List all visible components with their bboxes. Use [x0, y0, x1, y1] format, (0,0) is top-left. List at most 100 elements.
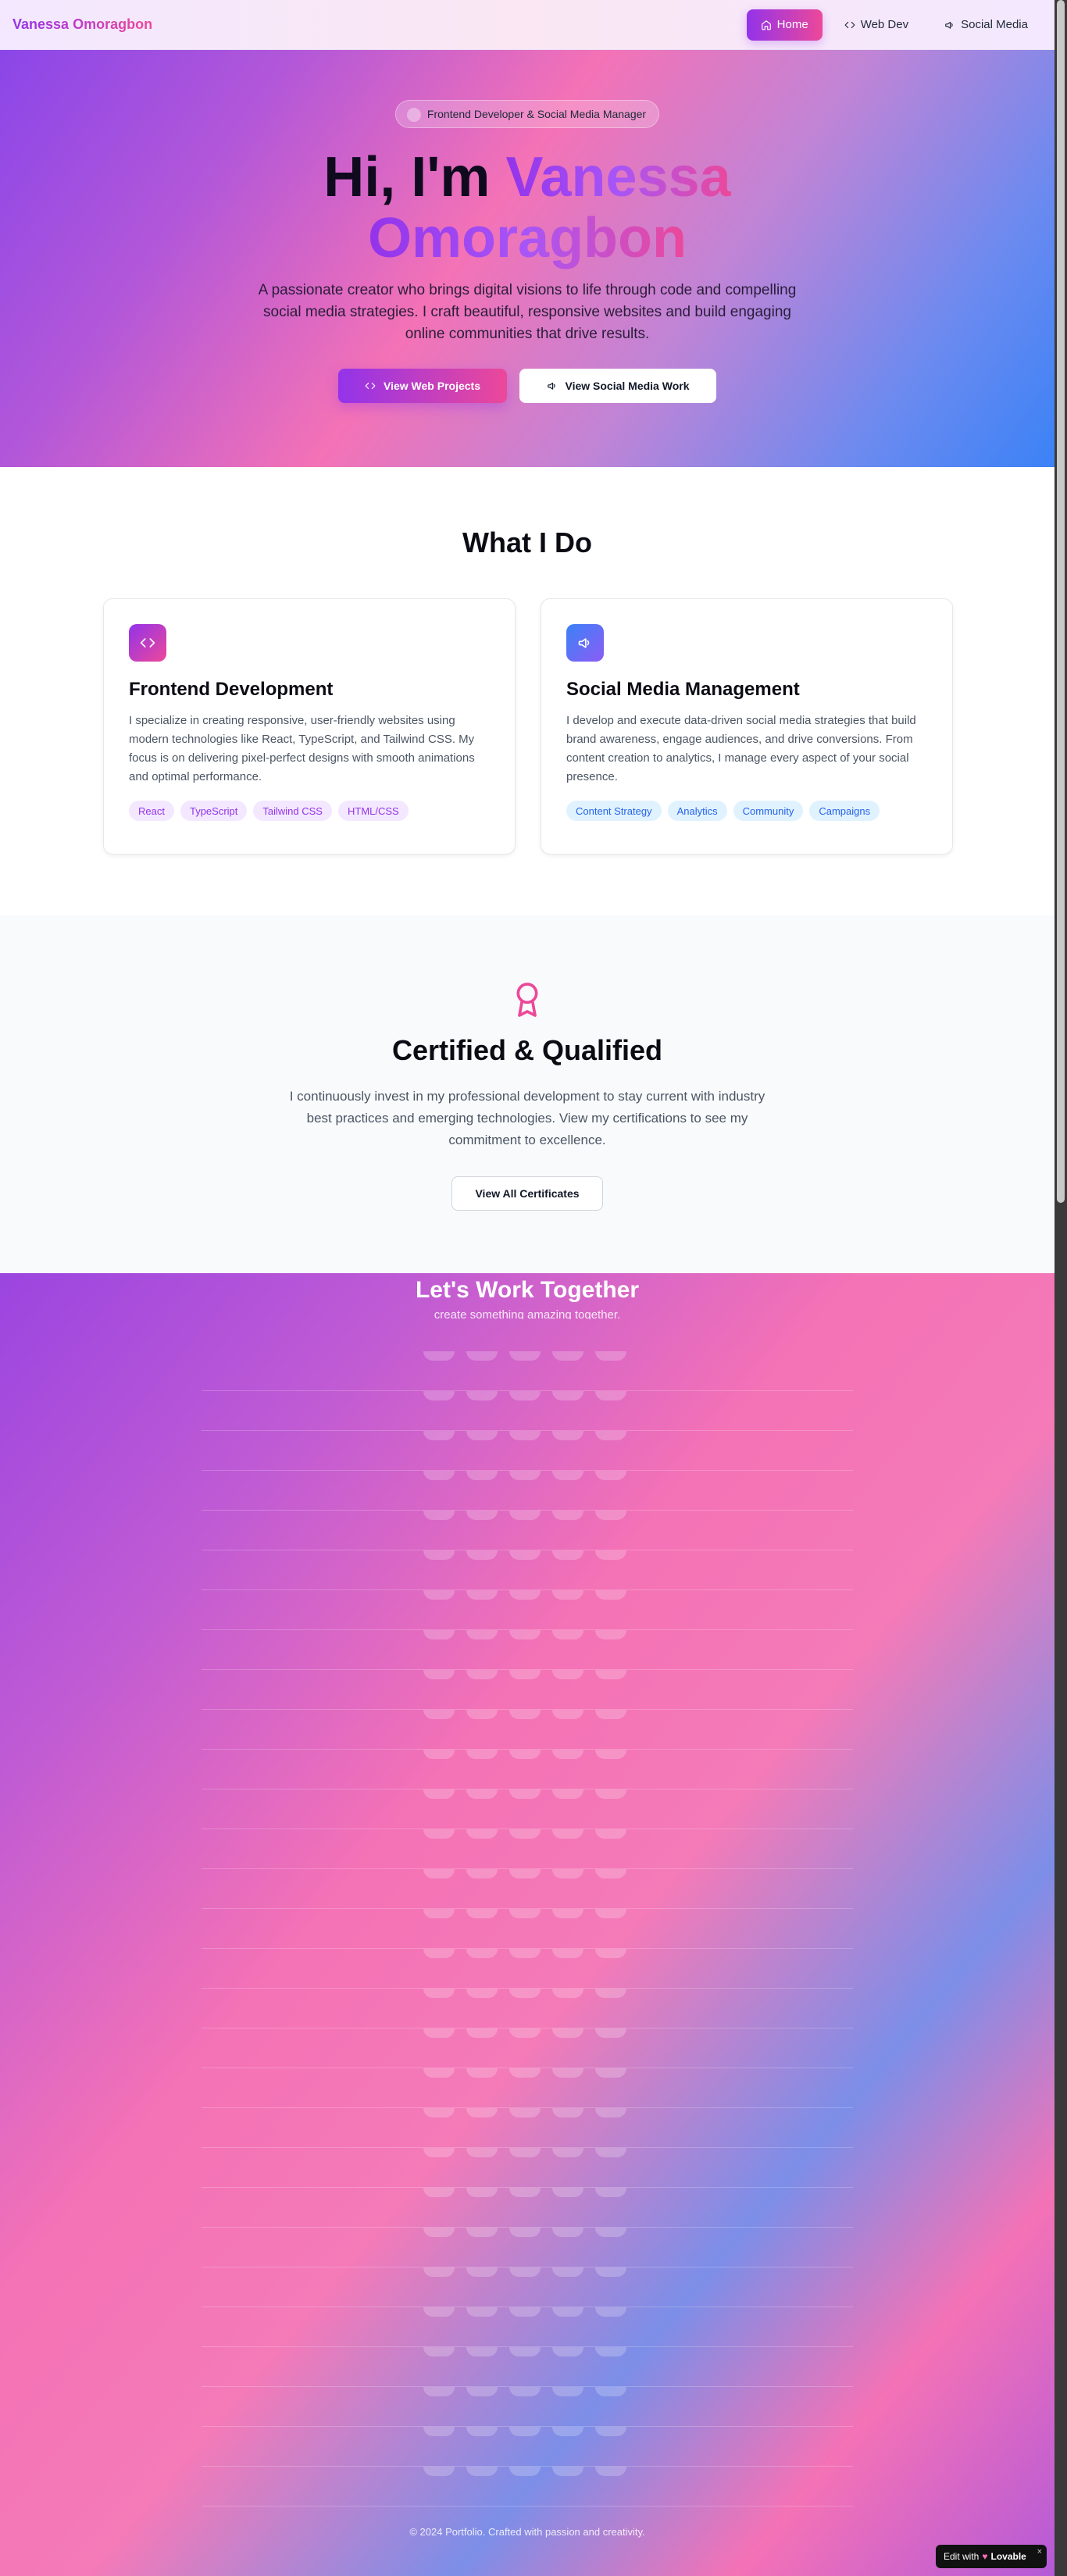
placeholder-row	[202, 1550, 853, 1590]
placeholder-pill	[423, 2108, 455, 2118]
placeholder-pill	[595, 1670, 626, 1679]
placeholder-pill	[552, 1431, 583, 1440]
placeholder-pill	[466, 2467, 498, 2476]
edit-with-lovable-badge[interactable]: Edit with ♥ Lovable ×	[936, 2545, 1047, 2568]
placeholder-row	[202, 2148, 853, 2188]
placeholder-pills	[423, 1989, 626, 1998]
placeholder-row	[202, 2188, 853, 2228]
placeholder-pill	[509, 2307, 541, 2317]
placeholder-pill	[466, 1670, 498, 1679]
tag: TypeScript	[180, 801, 248, 821]
placeholder-pills	[423, 1590, 626, 1600]
footer-copyright: © 2024 Portfolio. Crafted with passion a…	[409, 2526, 645, 2538]
lovable-brand: Lovable	[990, 2551, 1026, 2562]
placeholder-pills	[423, 1949, 626, 1958]
placeholder-pill	[423, 2307, 455, 2317]
placeholder-pills	[423, 2347, 626, 2357]
placeholder-row	[202, 1511, 853, 1550]
placeholder-pill	[595, 2108, 626, 2118]
scrollbar-thumb[interactable]	[1057, 0, 1065, 1203]
placeholder-pill	[595, 2148, 626, 2157]
placeholder-pill	[552, 1630, 583, 1639]
placeholder-pills	[423, 1869, 626, 1878]
placeholder-pill	[509, 2068, 541, 2078]
tag: Analytics	[667, 801, 727, 821]
placeholder-pill	[466, 1869, 498, 1878]
placeholder-pills	[423, 2387, 626, 2396]
placeholder-pill	[423, 2148, 455, 2157]
view-all-certificates-button[interactable]: View All Certificates	[451, 1176, 603, 1211]
placeholder-pill	[466, 2307, 498, 2317]
placeholder-pills	[423, 2148, 626, 2157]
placeholder-pill	[509, 2108, 541, 2118]
placeholder-pill	[423, 1750, 455, 1759]
placeholder-pill	[595, 1590, 626, 1600]
placeholder-pill	[509, 1471, 541, 1480]
placeholder-row	[202, 2028, 853, 2068]
placeholder-pill	[466, 2347, 498, 2357]
placeholder-pill	[466, 1630, 498, 1639]
placeholder-pill	[595, 1989, 626, 1998]
section-title: Certified & Qualified	[391, 1034, 663, 1066]
nav-link-home[interactable]: Home	[746, 9, 823, 41]
placeholder-pill	[509, 1949, 541, 1958]
placeholder-pill	[509, 1909, 541, 1918]
close-icon[interactable]: ×	[1037, 2547, 1042, 2556]
placeholder-pill	[466, 2228, 498, 2237]
placeholder-pill	[552, 1750, 583, 1759]
placeholder-pill	[595, 1511, 626, 1520]
placeholder-pill	[509, 2188, 541, 2197]
page-scrollbar[interactable]	[1055, 0, 1067, 2576]
placeholder-pill	[595, 1550, 626, 1560]
placeholder-pill	[595, 2028, 626, 2038]
placeholder-pill	[423, 1471, 455, 1480]
placeholder-row	[202, 2108, 853, 2148]
placeholder-pill	[509, 1391, 541, 1400]
placeholder-pill	[552, 1351, 583, 1361]
placeholder-pill	[552, 2307, 583, 2317]
placeholder-pill	[423, 1391, 455, 1400]
placeholder-row	[202, 1710, 853, 1750]
placeholder-row	[202, 2068, 853, 2108]
work-together-section: Let's Work Together create something ama…	[0, 1273, 1055, 2576]
hero-buttons: View Web Projects View Social Media Work	[0, 369, 1055, 403]
work-title: Let's Work Together	[415, 1277, 640, 1303]
view-social-media-work-button[interactable]: View Social Media Work	[519, 369, 716, 403]
placeholder-pill	[423, 2267, 455, 2277]
placeholder-pill	[552, 1989, 583, 1998]
placeholder-pills	[423, 2108, 626, 2118]
placeholder-pill	[509, 2228, 541, 2237]
placeholder-pill	[509, 2387, 541, 2396]
placeholder-pill	[595, 1949, 626, 1958]
placeholder-pill	[423, 1630, 455, 1639]
placeholder-pill	[552, 2188, 583, 2197]
placeholder-pill	[595, 1710, 626, 1719]
placeholder-pill	[423, 1590, 455, 1600]
placeholder-pills	[423, 1431, 626, 1440]
view-web-projects-button[interactable]: View Web Projects	[338, 369, 507, 403]
placeholder-row	[202, 1750, 853, 1789]
nav-link-web-dev[interactable]: Web Dev	[830, 9, 922, 41]
placeholder-pill	[423, 1989, 455, 1998]
placeholder-pill	[552, 2228, 583, 2237]
placeholder-pill	[423, 2188, 455, 2197]
placeholder-pills	[423, 1909, 626, 1918]
megaphone-icon	[547, 382, 555, 390]
placeholder-pill	[595, 1391, 626, 1400]
placeholder-pill	[595, 2068, 626, 2078]
placeholder-pill	[595, 2427, 626, 2436]
placeholder-pill	[423, 2228, 455, 2237]
hero-name-last: Omoragbon	[368, 207, 687, 269]
placeholder-pills	[423, 1391, 626, 1400]
nav-link-social-media[interactable]: Social Media	[930, 9, 1042, 41]
placeholder-pill	[595, 2347, 626, 2357]
placeholder-pills	[423, 2467, 626, 2476]
placeholder-pill	[552, 1391, 583, 1400]
placeholder-pill	[552, 2347, 583, 2357]
placeholder-pill	[552, 1471, 583, 1480]
placeholder-pill	[466, 1829, 498, 1839]
code-icon	[844, 21, 855, 28]
brand-logo[interactable]: Vanessa Omoragbon	[12, 16, 152, 33]
placeholder-pill	[552, 2267, 583, 2277]
work-subtitle: create something amazing together.	[434, 1308, 621, 1319]
